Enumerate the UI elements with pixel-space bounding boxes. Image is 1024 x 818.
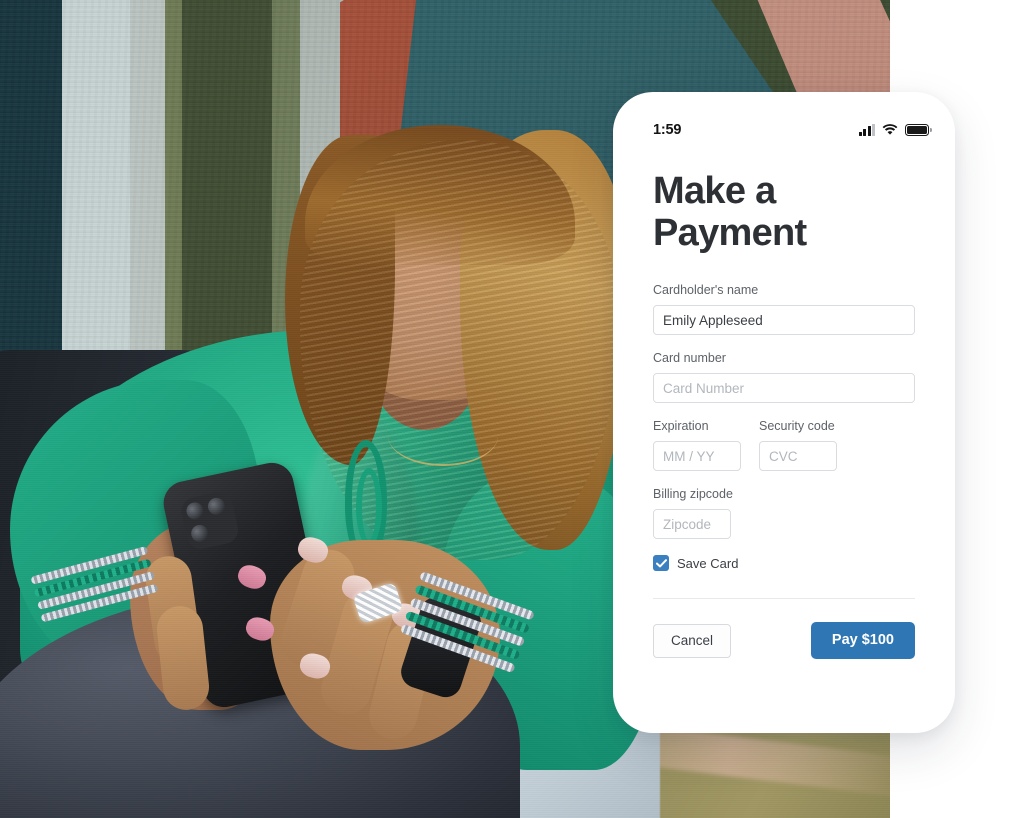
card-number-input[interactable] — [653, 373, 915, 403]
field-row-expiry-cvc: Expiration Security code — [653, 419, 915, 471]
field-group-cardholder: Cardholder's name — [653, 283, 915, 335]
cancel-button[interactable]: Cancel — [653, 623, 732, 658]
billing-zipcode-label: Billing zipcode — [653, 487, 733, 501]
field-group-expiration: Expiration — [653, 419, 741, 471]
payment-card-panel: 1:59 Make a Payment Cardholder's name Em… — [613, 92, 955, 733]
form-actions: Cancel Pay $100 — [653, 622, 915, 659]
pay-button[interactable]: Pay $100 — [810, 622, 915, 659]
status-bar-icons — [858, 123, 932, 136]
form-divider — [653, 598, 915, 599]
expiration-label: Expiration — [653, 419, 709, 433]
card-number-label: Card number — [653, 351, 726, 365]
billing-zipcode-wrap — [653, 509, 731, 539]
blouse-tie-loop — [356, 468, 382, 546]
page-root: 1:59 Make a Payment Cardholder's name Em… — [0, 0, 1024, 818]
security-code-input[interactable] — [759, 441, 837, 471]
security-code-label: Security code — [759, 419, 835, 433]
page-title: Make a Payment — [653, 170, 915, 254]
save-card-label: Save Card — [677, 555, 739, 571]
expiration-input[interactable] — [653, 441, 741, 471]
status-bar-clock: 1:59 — [653, 122, 682, 138]
field-group-security-code: Security code — [759, 419, 837, 471]
field-group-billing-zipcode: Billing zipcode — [653, 487, 915, 539]
page-title-line1: Make a — [653, 170, 776, 212]
card-body: Make a Payment Cardholder's name Card nu… — [613, 170, 955, 659]
status-bar: 1:59 — [613, 92, 955, 148]
cardholder-name-input[interactable] — [653, 305, 915, 335]
battery-full-icon — [905, 124, 932, 136]
necklace — [388, 406, 498, 466]
save-card-checkbox[interactable] — [653, 555, 669, 571]
phone-camera-icon — [178, 489, 241, 552]
payment-form: Cardholder's name Card number Expiration… — [653, 283, 915, 659]
cellular-signal-icon — [858, 123, 875, 136]
billing-zipcode-input[interactable] — [653, 509, 731, 539]
page-title-line2: Payment — [653, 212, 807, 254]
field-group-card-number: Card number — [653, 351, 915, 403]
wifi-icon — [882, 124, 898, 136]
save-card-row[interactable]: Save Card — [653, 555, 915, 571]
checkmark-icon — [655, 558, 667, 567]
cardholder-name-label: Cardholder's name — [653, 283, 759, 297]
